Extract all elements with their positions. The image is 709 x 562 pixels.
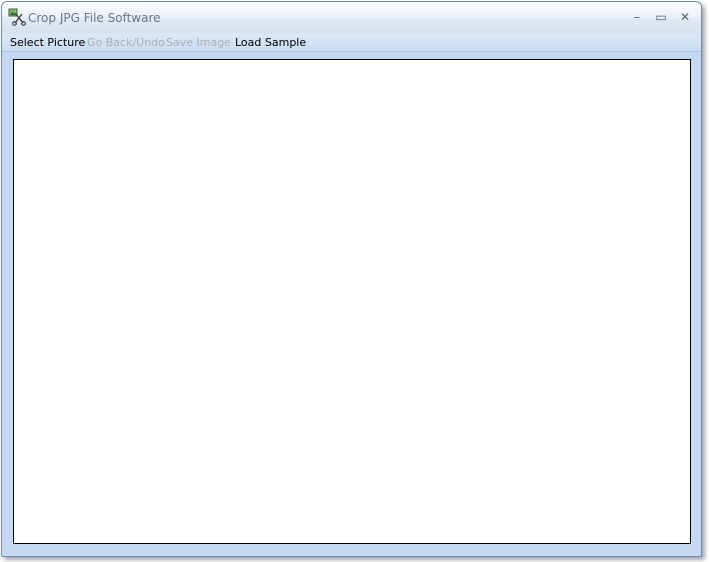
minimize-button[interactable]: – <box>628 8 646 26</box>
maximize-button[interactable]: ▭ <box>652 8 670 26</box>
title-bar[interactable]: Crop JPG File Software – ▭ ✕ <box>2 2 701 33</box>
menu-go-back-undo[interactable]: Go Back/Undo <box>87 36 165 49</box>
image-canvas[interactable] <box>13 59 691 544</box>
close-button[interactable]: ✕ <box>676 8 694 26</box>
menu-bar: Select Picture Go Back/Undo Save Image L… <box>2 33 701 52</box>
menu-load-sample[interactable]: Load Sample <box>235 36 306 49</box>
app-window: Crop JPG File Software – ▭ ✕ Select Pict… <box>1 1 702 557</box>
menu-save-image[interactable]: Save Image <box>166 36 231 49</box>
window-title: Crop JPG File Software <box>28 11 161 25</box>
menu-select-picture[interactable]: Select Picture <box>10 36 85 49</box>
scissors-image-icon <box>8 8 26 26</box>
